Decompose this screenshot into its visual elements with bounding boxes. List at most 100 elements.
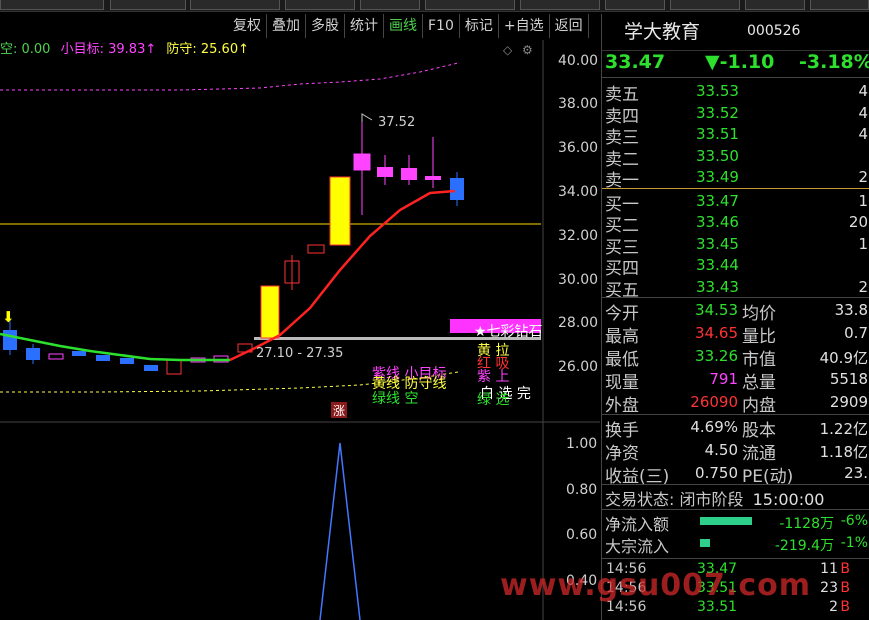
candles <box>3 116 464 375</box>
price-tick: 30.00 <box>558 272 598 288</box>
lower-tick: 0.80 <box>566 482 597 498</box>
chart-toolbar: 复权 叠加 多股 统计 画线 F10 标记 +自选 返回 <box>228 14 589 38</box>
price-change: ▼-1.10 <box>705 51 775 73</box>
candle-up <box>166 359 182 375</box>
candle-up <box>260 285 280 339</box>
orderbook-row: 卖三 33.51 4 <box>605 125 868 148</box>
price-tick: 38.00 <box>558 96 598 112</box>
watermark: www.gsu007.com <box>500 568 811 603</box>
orderbook-row: 买三 33.45 1 <box>605 234 868 258</box>
trade-status: 交易状态: 闭市阶段 15:00:00 <box>605 486 824 510</box>
settings-icon[interactable]: ⚙ <box>522 43 533 57</box>
stock-name: 学大教育 <box>624 21 701 43</box>
price-bar: 33.47 ▼-1.10 -3.18% <box>602 50 869 76</box>
stock-code: 000526 <box>747 23 801 39</box>
orderbook-row: 卖四 33.52 4 <box>605 103 868 127</box>
stats-row: 收益(三) 0.750 PE(动) 23. <box>605 464 868 487</box>
legend-diamond: ★七彩钻石 <box>474 324 543 340</box>
kline-chart[interactable]: ◇ ⚙ 40.00 38.00 36.00 34.00 32.00 30.00 … <box>0 40 600 620</box>
candle-down <box>144 365 158 371</box>
top-menu-item[interactable] <box>745 0 805 10</box>
price-axis-labels: 40.00 38.00 36.00 34.00 32.00 30.00 28.0… <box>558 53 598 375</box>
lower-axis-labels: 1.00 0.80 0.60 0.40 <box>566 436 597 589</box>
lower-tick: 1.00 <box>566 436 597 452</box>
toolbar-overlay-button[interactable]: 叠加 <box>267 14 306 38</box>
top-menu-item[interactable] <box>0 0 104 10</box>
order-book: 卖五 33.53 4 卖四 33.52 4 卖三 33.51 4 卖二 33.50 卖一 33.… <box>602 80 869 301</box>
legend-green-select: 绿 选 <box>477 392 509 408</box>
orderbook-row: 买四 33.44 <box>605 256 739 279</box>
price-tick: 40.00 <box>558 53 598 69</box>
legend: 紫线 小目标 黄线 防守线 绿线 空 ★七彩钻石 黄 拉 红 吸 紫 上 白 选… <box>372 324 543 408</box>
toolbar-stats-button[interactable]: 统计 <box>345 14 384 38</box>
stats-row: 最高 34.65 量比 0.7 <box>605 324 868 347</box>
orderbook-row: 卖五 33.53 4 <box>605 82 868 105</box>
stats-row: 现量 791 总量 5518 <box>605 370 868 393</box>
legend-purple-up: 紫 上 <box>477 369 509 385</box>
price-change-pct: -3.18% <box>799 51 869 73</box>
candle-up <box>329 176 351 246</box>
candle-down <box>72 351 86 356</box>
last-price: 33.47 <box>605 51 666 73</box>
top-menu-item[interactable] <box>190 0 280 10</box>
top-menu-item[interactable] <box>425 0 515 10</box>
stats-row: 最低 33.26 市值 40.9亿 <box>605 347 868 370</box>
flow-row: 大宗流入 -219.4万 -1% <box>605 535 868 556</box>
orderbook-row: 买一 33.47 1 <box>605 191 868 215</box>
price-tick: 28.00 <box>558 315 598 331</box>
top-menu-item[interactable] <box>670 0 740 10</box>
trade-status-value: 闭市阶段 <box>679 490 744 509</box>
price-tick: 26.00 <box>558 359 598 375</box>
stats-block-1: 今开 34.53 均价 33.8 最高 34.65 量比 0.7 最低 33.26 市值 40.9… <box>602 299 869 416</box>
stats-row: 净资 4.50 流通 1.18亿 <box>605 441 868 464</box>
zhang-label: 涨 <box>333 403 345 418</box>
price-tick: 36.00 <box>558 140 598 156</box>
lower-indicator-line <box>319 442 361 620</box>
stats-row: 今开 34.53 均价 33.8 <box>605 301 868 324</box>
capital-flow: 净流入额 -1128万 -6% 大宗流入 -219.4万 -1% <box>602 511 869 556</box>
toolbar-add-watchlist-button[interactable]: +自选 <box>499 14 550 38</box>
candle-down <box>120 358 134 364</box>
bid-ask-divider <box>602 187 869 189</box>
flow-row: 净流入额 -1128万 -6% <box>605 513 868 534</box>
flow-bar <box>700 539 710 547</box>
top-menu-item[interactable] <box>520 0 600 10</box>
candle-up <box>48 353 64 360</box>
stats-row: 换手 4.69% 股本 1.22亿 <box>605 418 868 441</box>
trade-status-label: 交易状态: <box>605 490 675 509</box>
top-menu-item[interactable] <box>605 0 665 10</box>
range-label: 27.10 - 27.35 <box>256 346 343 361</box>
toolbar-multi-stock-button[interactable]: 多股 <box>306 14 345 38</box>
toolbar-fuquan-button[interactable]: 复权 <box>228 14 267 38</box>
top-menu-item[interactable] <box>810 0 869 10</box>
stats-row: 外盘 26090 内盘 2909 <box>605 393 868 416</box>
orderbook-row: 买五 33.43 2 <box>605 277 868 301</box>
toolbar-back-button[interactable]: 返回 <box>550 14 589 38</box>
high-price-label: 37.52 <box>378 115 415 130</box>
diamond-icon[interactable]: ◇ <box>503 43 513 57</box>
price-tick: 32.00 <box>558 228 598 244</box>
toolbar-draw-button[interactable]: 画线 <box>384 14 423 38</box>
price-tick: 34.00 <box>558 184 598 200</box>
stats-block-2: 换手 4.69% 股本 1.22亿 净资 4.50 流通 1.18亿 收益(三) 0.750 P… <box>602 416 869 487</box>
toolbar-mark-button[interactable]: 标记 <box>460 14 499 38</box>
down-arrow-icon: ⬇ <box>2 308 15 326</box>
orderbook-row: 卖一 33.49 2 <box>605 168 868 191</box>
top-menu-item[interactable] <box>110 0 186 10</box>
lower-tick: 0.60 <box>566 527 597 543</box>
top-menu-item[interactable] <box>360 0 420 10</box>
top-menu-bar <box>0 0 869 12</box>
legend-green-line: 绿线 空 <box>372 391 418 407</box>
target-line <box>0 62 459 91</box>
flow-bar <box>700 517 752 525</box>
orderbook-row: 买二 33.46 20 <box>605 213 868 236</box>
candle-up <box>307 244 325 254</box>
quote-panel: 学大教育 000526 33.47 ▼-1.10 -3.18% 卖五 33.53 4… <box>601 14 869 620</box>
top-menu-item[interactable] <box>285 0 355 10</box>
trade-status-time: 15:00:00 <box>752 490 825 509</box>
candle-down <box>96 355 110 361</box>
legend-yellow-line: 黄线 防守线 <box>372 375 446 392</box>
toolbar-f10-button[interactable]: F10 <box>423 14 460 38</box>
orderbook-row: 卖二 33.50 <box>605 146 739 170</box>
high-marker-icon <box>361 113 373 122</box>
